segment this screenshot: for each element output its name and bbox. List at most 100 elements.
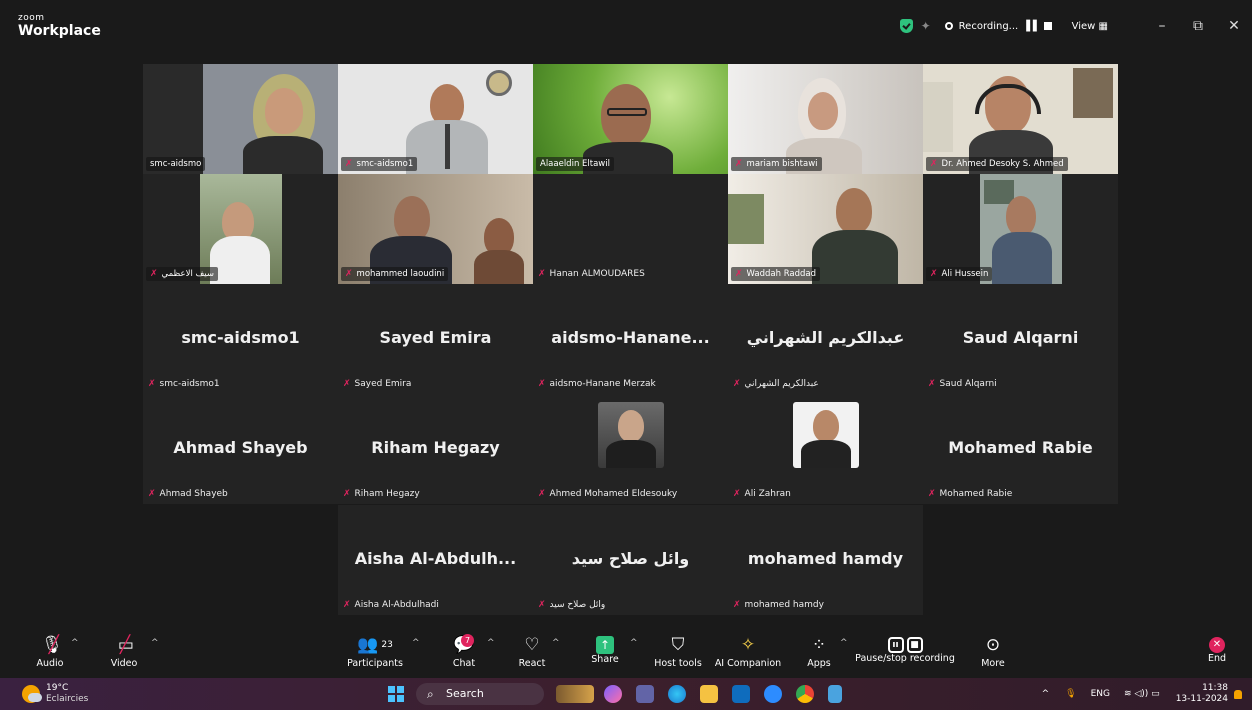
video-tile[interactable]: Aisha Al-Abdulh... ✗ Aisha Al-Abdulhadi — [338, 505, 533, 615]
view-label: View — [1071, 20, 1096, 32]
notepad-icon[interactable] — [828, 685, 842, 703]
more-button[interactable]: ⊙ More — [976, 632, 1010, 674]
apps-button[interactable]: ⁘ Apps — [802, 632, 836, 674]
participant-name-label: ✗ Sayed Emira — [343, 379, 412, 389]
video-tile[interactable]: ✗ smc-aidsmo1 — [338, 64, 533, 174]
share-button[interactable]: ↑ Share — [588, 632, 622, 674]
video-tile[interactable]: aidsmo-Hanane... ✗ aidsmo-Hanane Merzak — [533, 284, 728, 394]
edge-icon[interactable] — [668, 685, 686, 703]
video-tile[interactable]: Sayed Emira ✗ Sayed Emira — [338, 284, 533, 394]
network-volume-battery-icon[interactable]: ≋ ◁)) ▭ — [1124, 689, 1160, 699]
react-options-caret[interactable]: ^ — [552, 638, 560, 648]
video-label: Video — [110, 658, 138, 669]
video-options-caret[interactable]: ^ — [151, 638, 159, 648]
mic-muted-icon: ✗ — [150, 269, 158, 279]
notification-bell-icon[interactable] — [1234, 689, 1242, 699]
mic-muted-icon: ✗ — [345, 269, 353, 279]
security-shield-icon[interactable] — [899, 19, 913, 33]
active-speaker-tile[interactable]: Alaaeldin Eltawil — [533, 64, 728, 174]
participant-name-label: ✗ عبدالكريم الشهراني — [733, 379, 819, 389]
microphone-in-use-icon[interactable]: 🎙 — [1065, 689, 1076, 699]
participant-name-label: ✗ Mohamed Rabie — [928, 489, 1013, 499]
video-tile[interactable]: ✗ Hanan ALMOUDARES — [533, 174, 728, 284]
participants-label: Participants — [347, 658, 403, 669]
weather-partly-sunny-icon — [22, 685, 42, 703]
share-options-caret[interactable]: ^ — [630, 638, 638, 648]
video-tile[interactable]: ✗ سيف الاعظمي — [143, 174, 338, 284]
gallery-grid: smc-aidsmo ✗ smc-aidsmo1 Alaaeldin Eltawi… — [143, 64, 1119, 615]
show-hidden-icons-chevron-icon[interactable]: ^ — [1042, 689, 1050, 699]
react-button[interactable]: ♡ React — [514, 632, 550, 674]
video-tile[interactable]: عبدالكريم الشهراني ✗ عبدالكريم الشهراني — [728, 284, 923, 394]
video-tile[interactable]: smc-aidsmo — [143, 64, 338, 174]
video-tile[interactable]: ✗ Dr. Ahmed Desoky S. Ahmed — [923, 64, 1118, 174]
audio-options-caret[interactable]: ^ — [71, 638, 79, 648]
zoom-app-icon[interactable] — [764, 685, 782, 703]
more-dots-icon: ⊙ — [985, 635, 1001, 655]
outlook-icon[interactable] — [732, 685, 750, 703]
brand-top: zoom — [18, 13, 45, 23]
participant-display-name: Ahmad Shayeb — [173, 438, 308, 457]
video-tile[interactable]: smc-aidsmo1 ✗ smc-aidsmo1 — [143, 284, 338, 394]
participant-display-name: aidsmo-Hanane... — [551, 328, 710, 347]
video-tile[interactable]: Riham Hegazy ✗ Riham Hegazy — [338, 394, 533, 504]
mic-muted-icon: ✗ — [538, 489, 546, 499]
video-tile[interactable]: ✗ mariam bishtawi — [728, 64, 923, 174]
widget-app-icon[interactable] — [556, 685, 594, 703]
participant-display-name: Aisha Al-Abdulh... — [354, 549, 517, 568]
zoom-logo: zoom Workplace — [18, 13, 101, 39]
shield-icon: ⛉ — [671, 635, 685, 655]
chrome-icon[interactable] — [796, 685, 814, 703]
video-tile[interactable]: Mohamed Rabie ✗ Mohamed Rabie — [923, 394, 1118, 504]
teams-icon[interactable] — [636, 685, 654, 703]
audio-button[interactable]: 🎙╱ Audio — [30, 632, 70, 674]
chat-button[interactable]: 💬 7 Chat — [447, 632, 481, 674]
video-tile[interactable]: ✗ Ali Hussein — [923, 174, 1118, 284]
ai-sparkle-icon[interactable]: ✦ — [921, 19, 931, 33]
windows-start-icon[interactable] — [388, 686, 404, 702]
recording-indicator-icon — [944, 22, 953, 30]
taskbar-search[interactable]: ⌕ Search — [416, 683, 544, 705]
share-label: Share — [591, 654, 619, 665]
mic-muted-icon: ✗ — [733, 379, 741, 389]
file-explorer-icon[interactable] — [700, 685, 718, 703]
minimize-button[interactable]: – — [1144, 18, 1180, 34]
participant-display-name: Mohamed Rabie — [948, 438, 1093, 457]
chat-options-caret[interactable]: ^ — [487, 638, 495, 648]
weather-widget[interactable]: 19°C Eclaircies — [22, 683, 88, 705]
video-tile[interactable]: ✗ Ahmed Mohamed Eldesouky — [533, 394, 728, 504]
video-tile[interactable]: ✗ mohammed laoudini — [338, 174, 533, 284]
ai-companion-button[interactable]: ✧ AI Companion — [714, 632, 782, 674]
brand-bottom: Workplace — [18, 23, 101, 39]
video-tile[interactable]: وائل صلاح سيد ✗ وائل صلاح سيد — [533, 505, 728, 615]
video-tile[interactable]: ✗ Waddah Raddad — [728, 174, 923, 284]
stop-recording-icon[interactable] — [1043, 22, 1052, 30]
video-button[interactable]: ▭╱ Video — [104, 632, 144, 674]
video-tile[interactable]: Ahmad Shayeb ✗ Ahmad Shayeb — [143, 394, 338, 504]
clock[interactable]: 11:38 13-11-2024 — [1176, 683, 1228, 705]
end-meeting-button[interactable]: ✕ End — [1200, 632, 1234, 674]
participant-name-label: ✗ mariam bishtawi — [731, 157, 822, 171]
view-button[interactable]: View ▦ — [1072, 21, 1108, 32]
video-tile[interactable]: Saud Alqarni ✗ Saud Alqarni — [923, 284, 1118, 394]
video-tile[interactable]: mohamed hamdy ✗ mohamed hamdy — [728, 505, 923, 615]
mic-muted-icon: ✗ — [343, 600, 351, 610]
ai-sparkle-icon: ✧ — [740, 635, 756, 655]
apps-options-caret[interactable]: ^ — [840, 638, 848, 648]
mic-muted-icon: ✗ — [343, 489, 351, 499]
video-tile[interactable]: ✗ Ali Zahran — [728, 394, 923, 504]
participants-button[interactable]: 👥 23 Participants — [345, 632, 405, 674]
participant-name-label: ✗ Ahmed Mohamed Eldesouky — [538, 489, 678, 499]
language-indicator[interactable]: ENG — [1091, 689, 1110, 699]
pause-recording-icon[interactable]: ▌▌ — [1026, 21, 1040, 32]
participant-display-name: وائل صلاح سيد — [571, 549, 690, 568]
host-tools-button[interactable]: ⛉ Host tools — [652, 632, 704, 674]
close-button[interactable]: ✕ — [1216, 18, 1252, 34]
copilot-icon[interactable] — [604, 685, 622, 703]
pause-stop-recording-button[interactable]: ıı ■ Pause/stop recording — [855, 632, 955, 674]
participant-name-label: ✗ Aisha Al-Abdulhadi — [343, 600, 439, 610]
end-x-icon: ✕ — [1209, 637, 1225, 653]
participants-options-caret[interactable]: ^ — [412, 638, 420, 648]
weather-condition: Eclaircies — [46, 694, 89, 704]
restore-button[interactable]: ⧉ — [1180, 18, 1216, 34]
